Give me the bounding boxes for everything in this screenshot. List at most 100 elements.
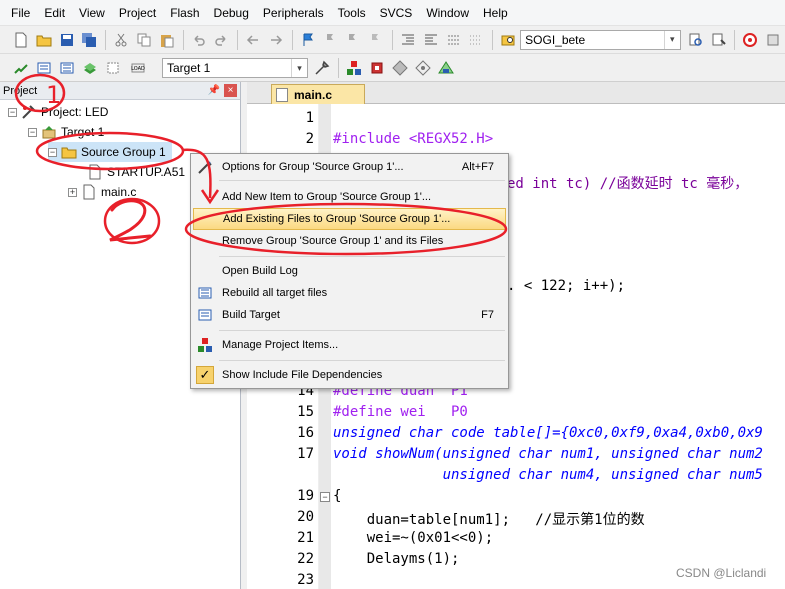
batch-build-icon[interactable] [79, 57, 101, 79]
folder-icon [61, 144, 77, 160]
code-line-16: unsigned char code table[]={0xc0,0xf9,0x… [333, 425, 763, 441]
comment-icon[interactable] [443, 29, 465, 51]
bookmark-icon[interactable] [297, 29, 319, 51]
code-line-21: wei=~(0x01<<0); [333, 530, 494, 546]
stop-build-icon[interactable] [102, 57, 124, 79]
chevron-down-icon[interactable]: ▾ [291, 59, 307, 77]
code-line-20: duan=table[num1]; //显示第1位的数 [333, 512, 645, 528]
download-icon[interactable]: LOAD [125, 57, 151, 79]
line-number: 22 [297, 551, 314, 567]
nav-forward-icon[interactable] [265, 29, 287, 51]
menu-debug[interactable]: Debug [207, 0, 256, 26]
menu-peripherals[interactable]: Peripherals [256, 0, 331, 26]
close-icon[interactable]: × [224, 84, 237, 97]
new-file-icon[interactable] [10, 29, 32, 51]
tree-label-target: Target 1 [61, 125, 105, 139]
code-line-17: void showNum(unsigned char num1, unsigne… [333, 446, 763, 462]
code-line-18: unsigned char num4, unsigned char num5 [333, 467, 763, 483]
menu-item-add-new-item[interactable]: Add New Item to Group 'Source Group 1'..… [193, 186, 506, 208]
copy-icon[interactable] [133, 29, 155, 51]
find-combo[interactable]: SOGI_bete ▾ [520, 29, 681, 50]
find-in-files-icon[interactable] [497, 29, 519, 51]
toolbar-separator [237, 29, 239, 50]
save-icon[interactable] [56, 29, 78, 51]
pack-installer-icon[interactable] [412, 57, 434, 79]
tree-item-source-group[interactable]: − Source Group 1 [48, 142, 172, 162]
tree-item-project[interactable]: − Project: LED [8, 102, 108, 122]
menu-svcs[interactable]: SVCS [373, 0, 420, 26]
asm-file-icon [87, 164, 103, 180]
menu-flash[interactable]: Flash [163, 0, 206, 26]
manage-rte-icon[interactable] [389, 57, 411, 79]
menu-help[interactable]: Help [476, 0, 515, 26]
select-packs-icon[interactable] [366, 57, 388, 79]
indent-icon[interactable] [397, 29, 419, 51]
collapse-icon[interactable]: − [8, 107, 17, 117]
menu-item-open-build-log[interactable]: Open Build Log [193, 260, 506, 282]
tree-label-project: Project: LED [41, 105, 109, 119]
bookmark-prev-icon[interactable] [320, 29, 342, 51]
bookmark-clear-icon[interactable] [365, 29, 387, 51]
undo-icon[interactable] [188, 29, 210, 51]
menu-item-label: Options for Group 'Source Group 1'... [222, 161, 404, 173]
open-folder-icon[interactable] [33, 29, 55, 51]
pin-icon[interactable]: 📌 [208, 85, 220, 96]
menu-window[interactable]: Window [419, 0, 476, 26]
tree-label-startup: STARTUP.A51 [107, 165, 186, 179]
tree-item-target[interactable]: − Target 1 [28, 122, 104, 142]
menu-item-manage-project-items[interactable]: Manage Project Items... [193, 334, 506, 356]
unindent-icon[interactable] [420, 29, 442, 51]
menu-project[interactable]: Project [112, 0, 163, 26]
project-panel-title: Project [3, 84, 38, 97]
paste-icon[interactable] [156, 29, 178, 51]
project-icon [21, 104, 37, 120]
code-line-15: #define wei P0 [333, 404, 468, 420]
menu-item-label: Rebuild all target files [222, 287, 328, 299]
file-icon [276, 88, 288, 102]
menu-item-label: Remove Group 'Source Group 1' and its Fi… [222, 235, 444, 247]
collapse-icon[interactable]: − [48, 147, 57, 157]
save-all-icon[interactable] [78, 29, 100, 51]
pack-update-icon[interactable] [435, 57, 457, 79]
rebuild-icon[interactable] [56, 57, 78, 79]
target-select[interactable]: Target 1 ▾ [162, 58, 308, 78]
menu-item-label: Add New Item to Group 'Source Group 1'..… [222, 191, 432, 203]
bookmark-next-icon[interactable] [343, 29, 365, 51]
menu-item-rebuild-all[interactable]: Rebuild all target files [193, 282, 506, 304]
redo-icon[interactable] [210, 29, 232, 51]
tab-main-c[interactable]: main.c [271, 84, 365, 105]
expand-icon[interactable]: + [68, 187, 77, 197]
menu-file[interactable]: File [4, 0, 37, 26]
menu-item-add-existing-files[interactable]: Add Existing Files to Group 'Source Grou… [193, 208, 506, 230]
find-icon[interactable] [685, 29, 707, 51]
incremental-find-icon[interactable] [708, 29, 730, 51]
debug-session-icon[interactable] [739, 29, 761, 51]
collapse-icon[interactable]: − [28, 127, 37, 137]
toolbar-separator [182, 29, 184, 50]
menu-view[interactable]: View [72, 0, 112, 26]
translate-icon[interactable] [10, 57, 32, 79]
menu-item-options-for-group[interactable]: Options for Group 'Source Group 1'... Al… [193, 156, 506, 178]
rebuild-icon [193, 283, 217, 303]
menu-item-show-include-deps[interactable]: ✓ Show Include File Dependencies [193, 364, 506, 386]
tree-item-main-file[interactable]: + main.c [68, 182, 136, 202]
find-combo-value: SOGI_bete [525, 32, 586, 47]
tree-item-startup-file[interactable]: STARTUP.A51 [87, 162, 185, 182]
cut-icon[interactable] [110, 29, 132, 51]
nav-back-icon[interactable] [242, 29, 264, 51]
uncomment-icon[interactable] [466, 29, 488, 51]
fold-toggle-icon[interactable]: − [320, 492, 330, 502]
configure-icon[interactable] [762, 29, 784, 51]
menu-item-build-target[interactable]: Build Target F7 [193, 304, 506, 326]
target-icon [41, 124, 57, 140]
c-file-icon [81, 184, 97, 200]
target-options-icon[interactable] [311, 57, 333, 79]
manage-project-items-icon[interactable] [343, 57, 365, 79]
toolbar-separator [392, 29, 394, 50]
menu-item-remove-group[interactable]: Remove Group 'Source Group 1' and its Fi… [193, 230, 506, 252]
menu-tools[interactable]: Tools [331, 0, 373, 26]
line-number: 15 [297, 404, 314, 420]
menu-edit[interactable]: Edit [37, 0, 72, 26]
chevron-down-icon[interactable]: ▾ [663, 30, 680, 49]
build-icon[interactable] [33, 57, 55, 79]
